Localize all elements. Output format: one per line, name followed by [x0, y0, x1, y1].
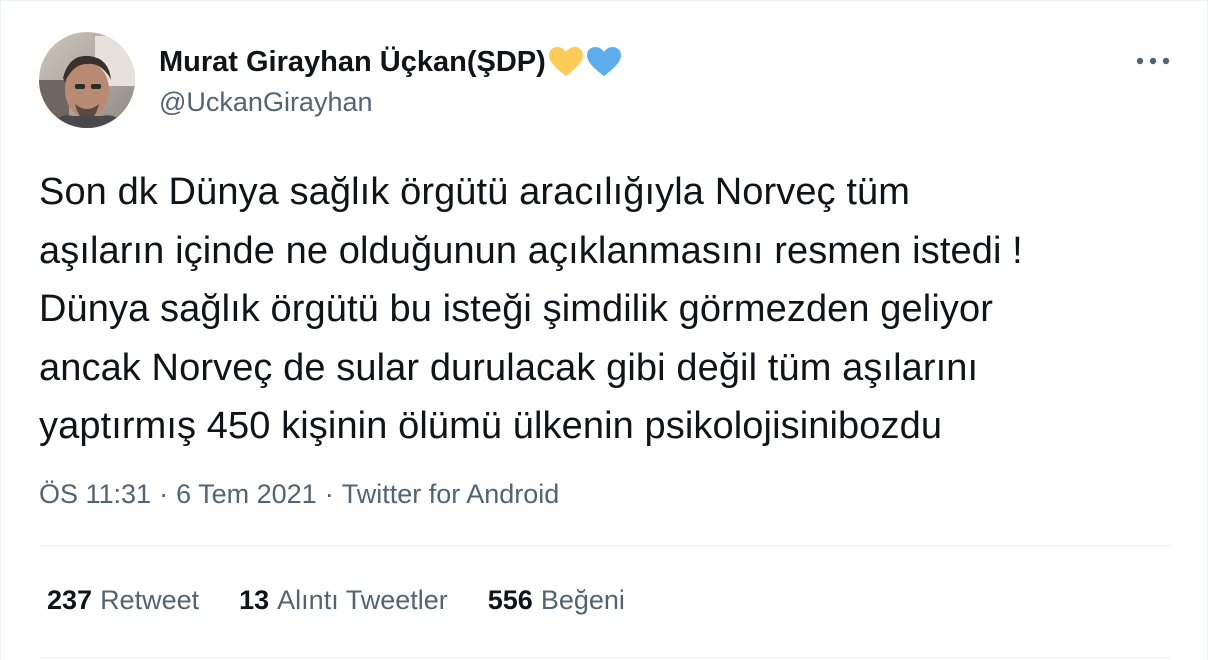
likes-label: Beğeni	[540, 585, 625, 615]
author-handle[interactable]: @UckanGirayhan	[159, 85, 373, 119]
meta-separator: ·	[159, 479, 169, 509]
avatar[interactable]	[39, 32, 135, 128]
tweet-metadata: ÖS 11:31 · 6 Tem 2021 · Twitter for Android	[39, 477, 559, 511]
likes-link[interactable]: 556 Beğeni	[488, 583, 625, 617]
author-display-name[interactable]: Murat Girayhan Üçkan(ŞDP)	[159, 44, 622, 80]
blue-heart-icon	[586, 46, 622, 78]
likes-count: 556	[487, 585, 533, 615]
more-options-button[interactable]	[1131, 41, 1175, 81]
retweet-label: Retweet	[100, 585, 200, 615]
tweet-card: Murat Girayhan Üçkan(ŞDP) @UckanGirayhan…	[0, 0, 1208, 660]
yellow-heart-icon	[548, 46, 584, 78]
more-options-icon	[1136, 52, 1170, 70]
tweet-source-link[interactable]: Twitter for Android	[342, 479, 560, 509]
divider	[39, 657, 1171, 658]
quote-tweets-label: Alıntı Tweetler	[277, 585, 448, 615]
meta-separator: ·	[324, 479, 334, 509]
quote-tweets-count: 13	[239, 585, 270, 615]
tweet-time-link[interactable]: ÖS 11:31	[39, 479, 151, 509]
tweet-text: Son dk Dünya sağlık örgütü aracılığıyla …	[39, 171, 1023, 447]
author-name-text: Murat Girayhan Üçkan(ŞDP)	[159, 46, 546, 78]
retweet-count-link[interactable]: 237 Retweet	[47, 583, 199, 617]
quote-tweets-link[interactable]: 13 Alıntı Tweetler	[239, 583, 448, 617]
retweet-count: 237	[47, 585, 93, 615]
divider	[39, 545, 1171, 546]
tweet-stats: 237 Retweet 13 Alıntı Tweetler 556 Beğen…	[47, 583, 665, 617]
tweet-date-link[interactable]: 6 Tem 2021	[176, 479, 317, 509]
